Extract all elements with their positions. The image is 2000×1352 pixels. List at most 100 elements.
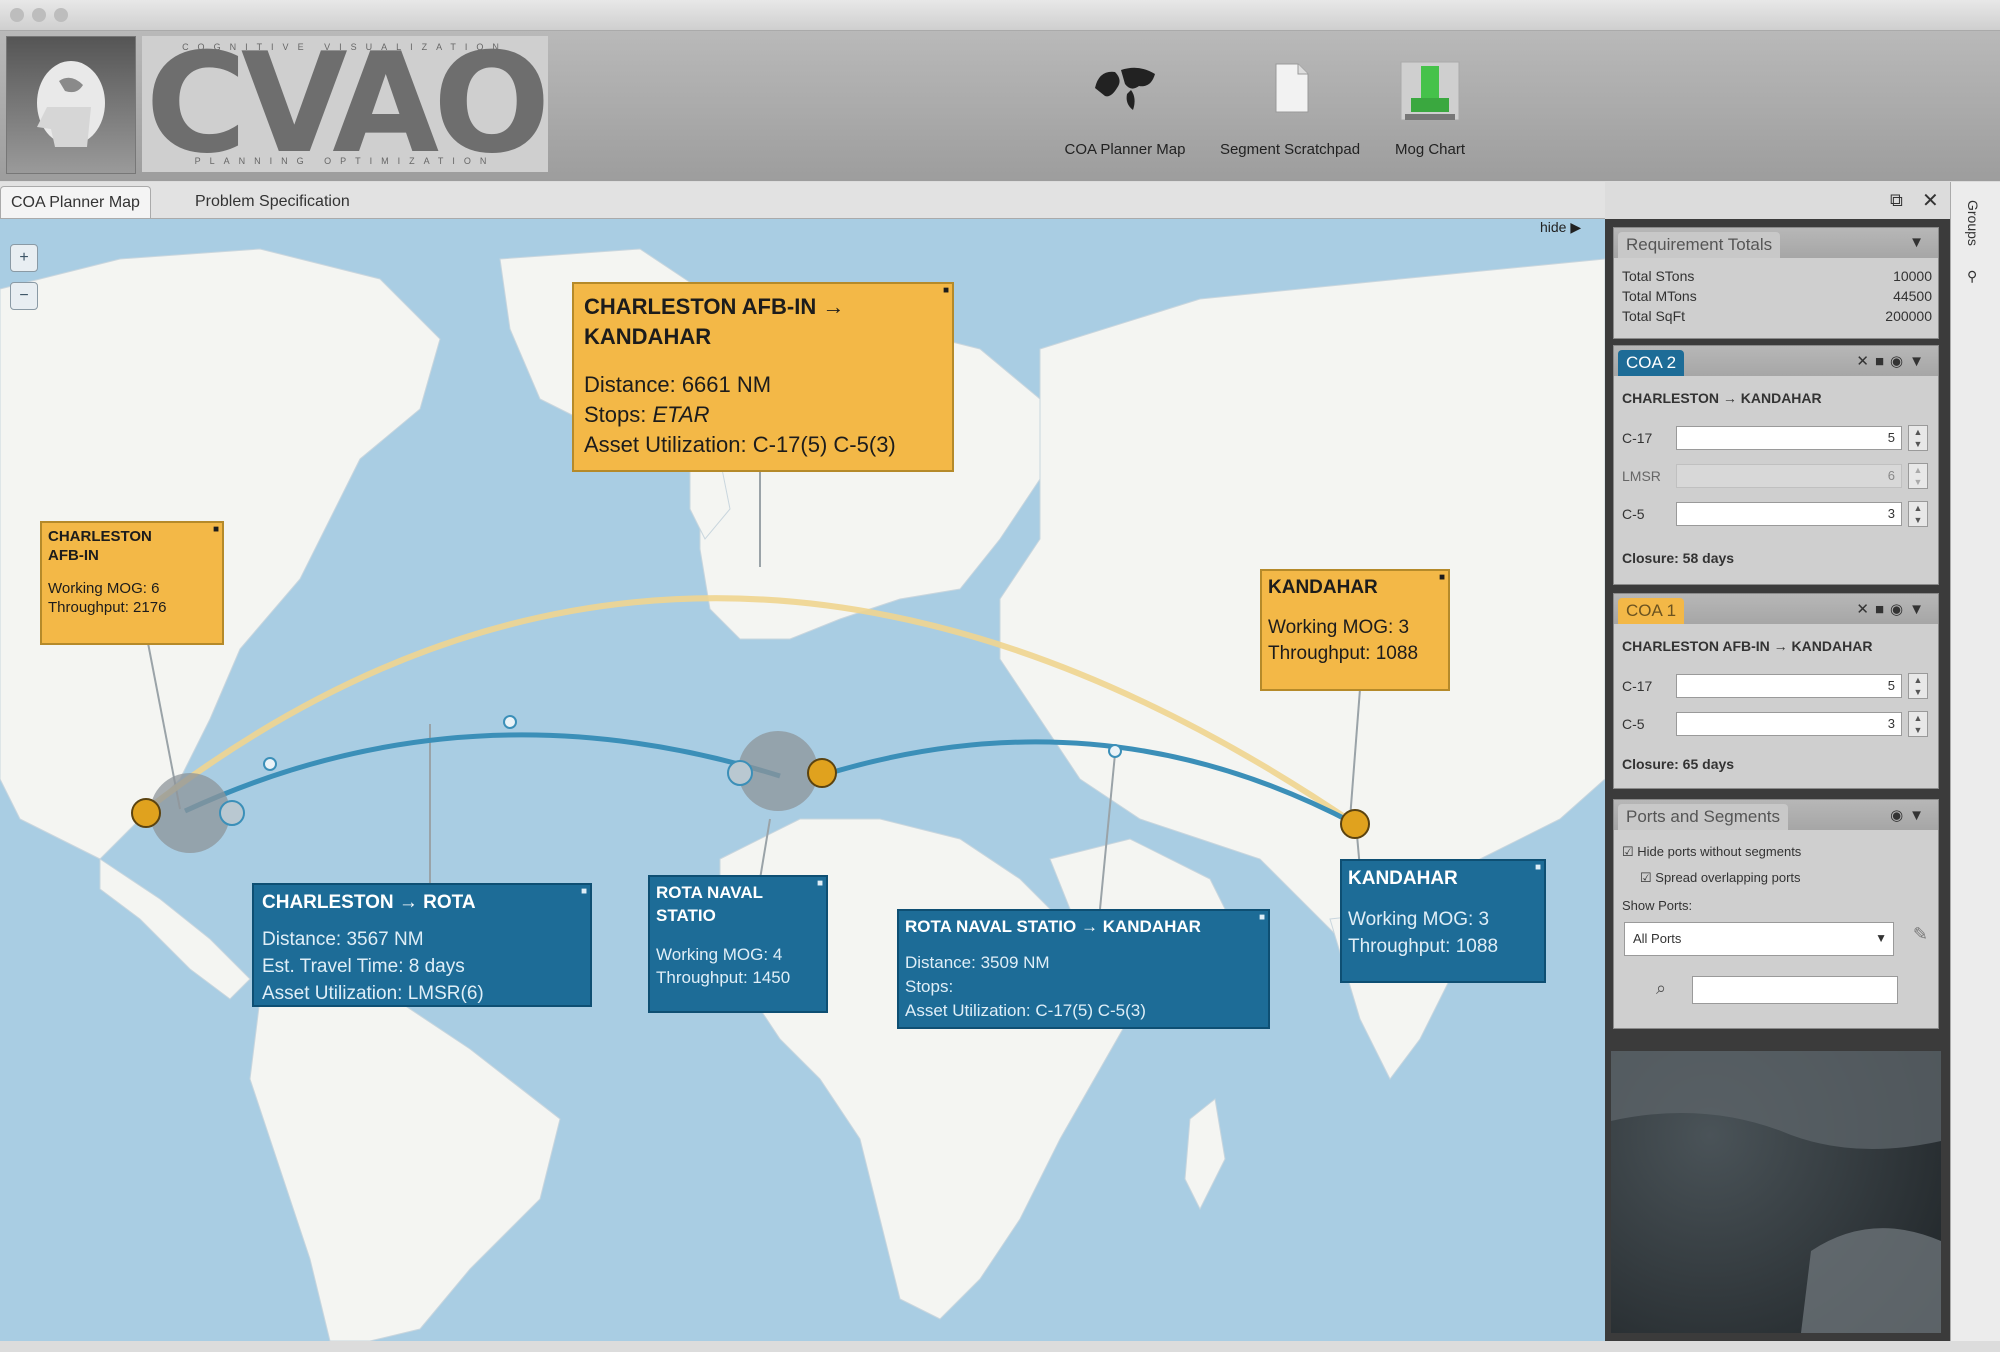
callout-title-cont: KANDAHAR xyxy=(584,324,712,349)
overview-minimap[interactable] xyxy=(1611,1051,1941,1333)
close-window-icon[interactable] xyxy=(10,8,24,22)
callout-title-cont: AFB-IN xyxy=(48,547,99,564)
coa-actions-icons[interactable]: ✕■◉▼ xyxy=(1856,600,1930,618)
asset-label: C-17 xyxy=(1622,678,1653,694)
c17-stepper[interactable]: ▲ ▼ xyxy=(1908,673,1928,699)
callout-close-icon[interactable]: ■ xyxy=(1439,573,1445,583)
collapse-icon[interactable]: ▼ xyxy=(1909,234,1930,251)
requirement-totals-title[interactable]: Requirement Totals xyxy=(1618,232,1781,258)
callout-kandahar-port-blue[interactable]: ■ KANDAHAR Working MOG: 3 Throughput: 10… xyxy=(1340,859,1546,983)
callout-close-icon[interactable]: ■ xyxy=(817,879,823,889)
callout-kandahar-port[interactable]: ■ KANDAHAR Working MOG: 3 Throughput: 10… xyxy=(1260,569,1450,691)
callout-title-cont: STATIO xyxy=(656,906,716,925)
ports-segments-section: Ports and Segments ◉▼ ☑ Hide ports witho… xyxy=(1613,799,1939,1029)
logo-head-icon xyxy=(6,36,136,174)
world-map-icon xyxy=(1095,67,1155,110)
groups-rail[interactable]: Groups ⚲ xyxy=(1950,182,2000,1341)
callout-throughput: Throughput: 1088 xyxy=(1348,936,1499,957)
coa1-closure: Closure: 65 days xyxy=(1622,756,1735,772)
coa1-tab[interactable]: COA 1 xyxy=(1618,598,1685,624)
spread-ports-option[interactable]: ☑ Spread overlapping ports xyxy=(1640,870,1801,886)
segment-scratchpad-button[interactable]: Segment Scratchpad xyxy=(1215,58,1365,168)
tab-bar: COA Planner Map Problem Specification ⧉ … xyxy=(0,182,1939,219)
row-label: Total MTons xyxy=(1622,288,1697,304)
coa-planner-map-button[interactable]: COA Planner Map xyxy=(1050,58,1200,168)
asset-label: LMSR xyxy=(1622,468,1661,484)
c17-count-input[interactable]: 5 xyxy=(1676,674,1902,698)
minimap-terrain xyxy=(1611,1051,1941,1333)
option-label: Spread overlapping ports xyxy=(1655,870,1801,885)
close-tab-icon[interactable]: ✕ xyxy=(1922,188,1939,213)
coa1-section: COA 1 ✕■◉▼ CHARLESTON AFB-IN → KANDAHAR … xyxy=(1613,593,1939,789)
asset-label: C-5 xyxy=(1622,506,1645,522)
checkbox-checked-icon[interactable]: ☑ xyxy=(1640,870,1652,885)
callout-route-charleston-rota[interactable]: ■ CHARLESTON → ROTA Distance: 3567 NM Es… xyxy=(252,883,592,1007)
c5-stepper[interactable]: ▲ ▼ xyxy=(1908,711,1928,737)
row-label: Total STons xyxy=(1622,268,1695,284)
callout-title: KANDAHAR xyxy=(1348,868,1458,889)
callout-distance: Distance: 3567 NM xyxy=(262,929,424,950)
coa-actions-icons[interactable]: ✕■◉▼ xyxy=(1856,352,1930,370)
callout-close-icon[interactable]: ■ xyxy=(581,887,587,897)
row-value: 200000 xyxy=(1885,308,1932,324)
callout-stops-label: Stops: xyxy=(584,402,653,427)
zoom-out-button[interactable]: − xyxy=(10,282,38,310)
maximize-window-icon[interactable] xyxy=(54,8,68,22)
tab-coa-planner-map[interactable]: COA Planner Map xyxy=(0,186,151,218)
groups-label: Groups xyxy=(1965,200,1981,246)
callout-title: CHARLESTON → ROTA xyxy=(262,892,476,913)
total-stons-row: Total STons 10000 xyxy=(1622,268,1932,284)
c17-count-input[interactable]: 5 xyxy=(1676,426,1902,450)
coa-planner-map-label: COA Planner Map xyxy=(1064,141,1186,158)
document-icon xyxy=(1275,63,1309,113)
route-charleston-rota-sea xyxy=(183,732,781,814)
popout-icon[interactable]: ⧉ xyxy=(1890,190,1903,211)
mog-chart-button[interactable]: Mog Chart xyxy=(1355,58,1505,168)
ports-search-input[interactable] xyxy=(1692,976,1898,1004)
c5-stepper[interactable]: ▲ ▼ xyxy=(1908,501,1928,527)
checkbox-checked-icon[interactable]: ☑ xyxy=(1622,844,1634,859)
callout-charleston-port[interactable]: ■ CHARLESTON AFB-IN Working MOG: 6 Throu… xyxy=(40,521,224,645)
callout-mog: Working MOG: 4 xyxy=(656,945,783,964)
coa2-tab[interactable]: COA 2 xyxy=(1618,350,1685,376)
callout-mog: Working MOG: 3 xyxy=(1268,617,1410,638)
ports-segments-title[interactable]: Ports and Segments xyxy=(1618,804,1789,830)
callout-close-icon[interactable]: ■ xyxy=(1535,863,1541,873)
show-ports-label: Show Ports: xyxy=(1622,898,1693,913)
c5-count-input[interactable]: 3 xyxy=(1676,502,1902,526)
world-map[interactable]: + − hide ▶ ■ CHARLESTON AFB-IN → KANDAHA… xyxy=(0,219,1605,1341)
callout-throughput: Throughput: 2176 xyxy=(48,599,167,616)
callout-close-icon[interactable]: ■ xyxy=(1259,913,1265,923)
ports-actions-icons[interactable]: ◉▼ xyxy=(1890,806,1930,824)
callout-title: KANDAHAR xyxy=(1268,577,1378,598)
pin-icon[interactable]: ⚲ xyxy=(1967,268,1977,285)
callout-rota-port[interactable]: ■ ROTA NAVAL STATIO Working MOG: 4 Throu… xyxy=(648,875,828,1013)
minimize-window-icon[interactable] xyxy=(32,8,46,22)
callout-route-charleston-kandahar[interactable]: ■ CHARLESTON AFB-IN → KANDAHAR Distance:… xyxy=(572,282,954,472)
bar-chart-icon xyxy=(1400,61,1460,121)
tab-problem-specification[interactable]: Problem Specification xyxy=(185,186,360,217)
show-ports-select[interactable]: All Ports ▼ xyxy=(1624,922,1894,956)
charleston-port-halo xyxy=(150,773,230,853)
c17-stepper[interactable]: ▲ ▼ xyxy=(1908,425,1928,451)
callout-mog: Working MOG: 6 xyxy=(48,580,160,597)
callout-throughput: Throughput: 1088 xyxy=(1268,643,1419,664)
chevron-down-icon: ▼ xyxy=(1875,931,1887,945)
hide-ports-option[interactable]: ☑ Hide ports without segments xyxy=(1622,844,1801,860)
logo-tagline-bottom: PLANNING OPTIMIZATION xyxy=(194,156,496,166)
c5-count-input[interactable]: 3 xyxy=(1676,712,1902,736)
pencil-icon[interactable]: ✎ xyxy=(1913,924,1928,945)
callout-asset: Asset Utilization: C-17(5) C-5(3) xyxy=(584,432,896,457)
zoom-in-button[interactable]: + xyxy=(10,244,38,272)
coa2-section: COA 2 ✕■◉▼ CHARLESTON → KANDAHAR C-17 5 … xyxy=(1613,345,1939,585)
section-header: Ports and Segments ◉▼ xyxy=(1614,800,1938,830)
callout-close-icon[interactable]: ■ xyxy=(213,525,219,535)
callout-travel-time: Est. Travel Time: 8 days xyxy=(262,956,465,977)
coa1-route: CHARLESTON AFB-IN → KANDAHAR xyxy=(1622,638,1873,654)
callout-title: CHARLESTON xyxy=(48,528,152,545)
hide-panel-toggle[interactable]: hide ▶ xyxy=(1540,219,1581,236)
callout-distance: Distance: 6661 NM xyxy=(584,372,772,397)
callout-close-icon[interactable]: ■ xyxy=(943,286,949,296)
lmsr-count-input: 6 xyxy=(1676,464,1902,488)
callout-route-rota-kandahar[interactable]: ■ ROTA NAVAL STATIO → KANDAHAR Distance:… xyxy=(897,909,1270,1029)
